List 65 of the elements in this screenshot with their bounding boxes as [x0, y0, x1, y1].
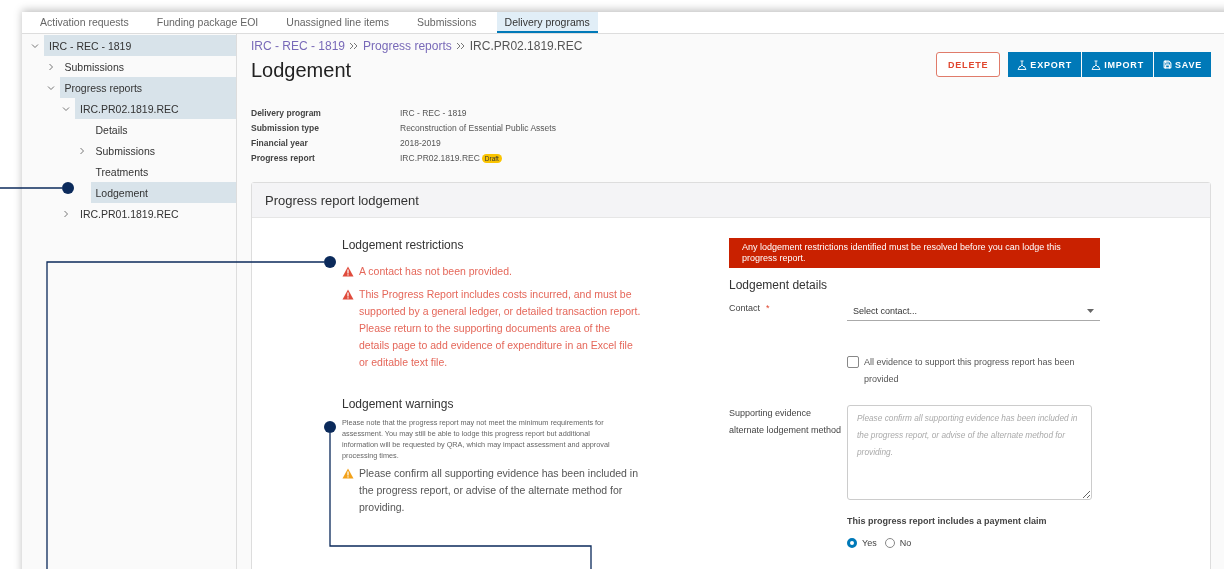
download-icon	[1017, 59, 1028, 70]
double-chevron-icon	[455, 42, 466, 50]
field-label: Submission type	[251, 123, 320, 133]
restriction-message: A contact has not been provided.	[359, 264, 513, 279]
required-mark: *	[766, 303, 770, 313]
dropdown-caret-icon	[1087, 309, 1094, 313]
alternate-method-field[interactable]: Please confirm all supporting evidence has been included in the progress report, or advise of the alternate method for providing.	[847, 405, 1092, 500]
field-label: Contact	[729, 303, 761, 313]
card-title: Progress report lodgement	[252, 183, 1210, 218]
tree-item[interactable]: Treatments	[90, 161, 236, 182]
tree-item[interactable]: Lodgement	[90, 182, 236, 203]
field-label: Progress report	[251, 153, 316, 163]
field-value: 2018-2019	[400, 138, 441, 148]
tree-item[interactable]: Details	[90, 119, 236, 140]
tree-item[interactable]: Progress reports	[59, 77, 236, 98]
export-button[interactable]: EXPORT	[1008, 52, 1082, 77]
field-value: IRC.PR02.1819.REC	[400, 153, 480, 163]
section-heading: Lodgement details	[729, 278, 829, 292]
breadcrumb-link[interactable]: Progress reports	[363, 39, 452, 53]
tree-item[interactable]: IRC - REC - 1819	[44, 35, 236, 56]
checkbox-label: All evidence to support this progress report has been provided	[864, 356, 1076, 386]
contact-select[interactable]: Select contact...	[847, 302, 1100, 321]
save-icon	[1162, 60, 1172, 69]
tree-item[interactable]: Submissions	[59, 56, 236, 77]
tree-item[interactable]: IRC.PR01.1819.REC	[75, 203, 236, 224]
breadcrumb-link[interactable]: IRC - REC - 1819	[251, 39, 346, 53]
section-heading: Lodgement warnings	[342, 397, 455, 411]
caret-icon[interactable]	[46, 83, 55, 92]
tab[interactable]: Delivery programs	[496, 12, 598, 33]
tab[interactable]: Unassigned line items	[278, 12, 397, 33]
radio-button[interactable]	[847, 538, 857, 548]
question-label: This progress report includes a payment claim	[847, 516, 1047, 526]
radio-button[interactable]	[884, 538, 895, 548]
warning-icon	[342, 266, 354, 277]
caret-icon[interactable]	[46, 62, 55, 71]
field-label: Supporting evidence alternate lodgement method	[729, 407, 843, 437]
field-label: Delivery program	[251, 108, 322, 118]
warning-icon	[342, 468, 354, 479]
alert-banner: Any lodgement restrictions identified must be resolved before you can lodge this progress report.	[729, 238, 1100, 268]
tree-item[interactable]: IRC.PR02.1819.REC	[75, 98, 236, 119]
tree-item[interactable]: Submissions	[90, 140, 236, 161]
upload-icon	[1091, 59, 1102, 70]
caret-icon[interactable]	[62, 104, 70, 113]
checkbox[interactable]	[847, 356, 859, 368]
warning-message: Please confirm all supporting evidence has been included in the progress report, or advise of the alternate method for providing.	[359, 466, 639, 515]
restriction-message: This Progress Report includes costs incurred, and must be supported by a general ledger, or detailed transaction report. Please return to the supporting documents area of the details page to add evidence of expenditure in an Excel file or editable text file.	[359, 287, 641, 370]
tab[interactable]: Activation requests	[32, 12, 137, 33]
import-button[interactable]: IMPORT	[1082, 52, 1153, 77]
caret-icon[interactable]	[31, 41, 39, 50]
field-label: Financial year	[251, 138, 309, 148]
radio-label: No	[899, 538, 912, 548]
page-title: Lodgement	[251, 59, 353, 82]
caret-icon[interactable]	[77, 146, 86, 155]
save-button[interactable]: SAVE	[1153, 52, 1211, 77]
delete-button[interactable]: DELETE	[936, 52, 1001, 77]
tab[interactable]: Submissions	[409, 12, 485, 33]
section-heading: Lodgement restrictions	[342, 238, 465, 252]
field-value: IRC - REC - 1819	[400, 108, 467, 118]
radio-label: Yes	[862, 538, 877, 548]
field-value: Reconstruction of Essential Public Assets	[400, 123, 556, 133]
breadcrumb-current: IRC.PR02.1819.REC	[469, 39, 583, 53]
warning-icon	[342, 289, 354, 300]
tab[interactable]: Funding package EOI	[148, 12, 267, 33]
caret-icon[interactable]	[62, 209, 70, 218]
double-chevron-icon	[349, 42, 360, 50]
